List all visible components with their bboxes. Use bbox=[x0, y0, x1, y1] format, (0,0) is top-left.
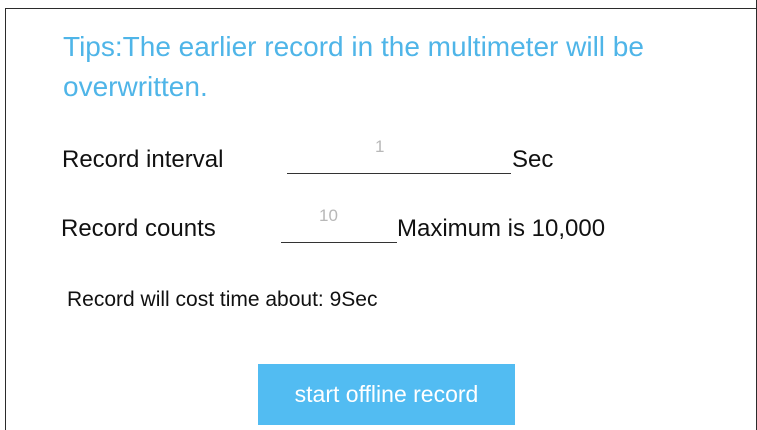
record-counts-value: 10 bbox=[319, 206, 338, 225]
record-interval-label: Record interval bbox=[62, 146, 224, 173]
estimated-duration-text: Record will cost time about: 9Sec bbox=[67, 288, 378, 311]
record-counts-label: Record counts bbox=[61, 215, 216, 242]
record-interval-unit: Sec bbox=[512, 146, 554, 173]
record-counts-underline bbox=[281, 242, 397, 243]
start-offline-record-button[interactable]: start offline record bbox=[258, 364, 515, 425]
record-interval-input[interactable]: 1 bbox=[287, 137, 511, 175]
record-counts-limit: Maximum is 10,000 bbox=[397, 215, 606, 242]
record-counts-input[interactable]: 10 bbox=[281, 206, 397, 244]
overwrite-warning-text: Tips:The earlier record in the multimete… bbox=[63, 31, 644, 102]
record-interval-underline bbox=[287, 173, 511, 174]
record-interval-value: 1 bbox=[375, 137, 385, 156]
